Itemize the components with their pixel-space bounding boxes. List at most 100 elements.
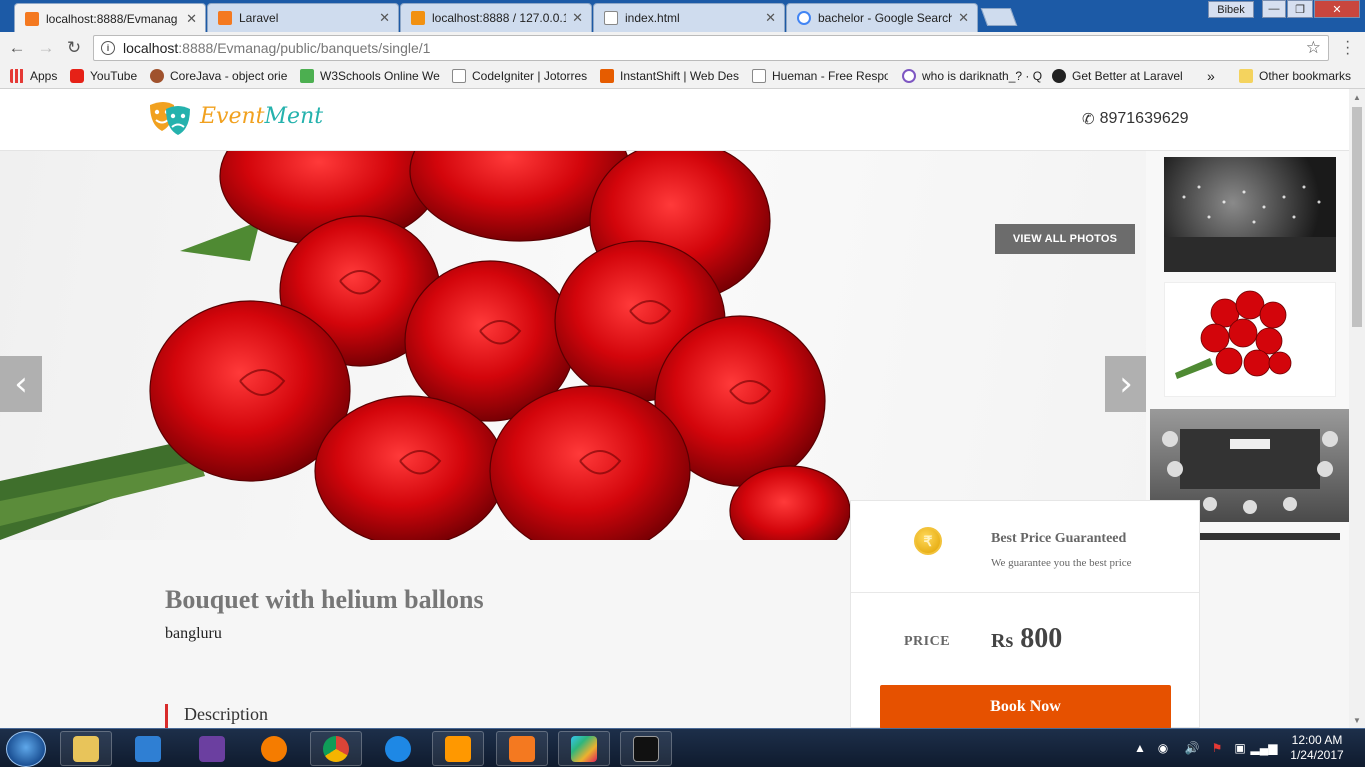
previous-slide-button[interactable]: ‹ [0,356,42,412]
chevron-right-icon: › [1119,364,1133,404]
price-label: PRICE [904,634,951,649]
tab-label: Laravel [239,11,279,25]
volume-icon[interactable]: 🔊 [1185,741,1200,755]
clock-date: 1/24/2017 [1290,748,1344,762]
listing-title: Bouquet with helium ballons [165,585,484,614]
bookmark-star-icon[interactable]: ☆ [1306,38,1321,58]
close-icon[interactable]: ✕ [572,10,583,26]
forward-button[interactable]: → [35,37,57,59]
tab-phpmyadmin[interactable]: localhost:8888 / 127.0.0.1 ✕ [400,3,592,32]
bookmark-w3schools[interactable]: W3Schools Online We [300,67,440,85]
scroll-up-icon[interactable]: ▲ [1349,89,1365,105]
taskbar-chrome[interactable] [310,731,362,766]
logo-part-two: Ment [264,104,324,129]
reload-button[interactable]: ↻ [63,37,85,59]
bookmark-corejava[interactable]: CoreJava - object orie [150,67,288,85]
action-center-icon[interactable]: ⚑ [1210,741,1224,755]
explorer-icon [73,735,99,762]
visual-studio-icon [199,735,225,762]
profile-button[interactable]: Bibek [1208,1,1254,18]
thumbnail-roses[interactable] [1164,282,1336,397]
xampp-icon [509,735,535,762]
new-tab-button[interactable] [980,8,1018,26]
taskbar-uc-browser[interactable] [248,731,300,766]
bookmark-hueman[interactable]: Hueman - Free Respo [752,67,888,85]
taskbar-sublime-text[interactable] [432,731,484,766]
other-bookmarks-folder[interactable]: Other bookmarks [1239,67,1357,85]
next-slide-button[interactable]: › [1105,356,1146,412]
bookmark-laracasts[interactable]: Get Better at Laravel [1052,67,1187,85]
best-price-subtitle: We guarantee you the best price [991,557,1132,569]
info-icon[interactable]: i [101,41,115,55]
taskbar-slack[interactable] [558,731,610,766]
windows-taskbar: ▲ ◉ 🔊 ⚑ ▣ ▂▄▆ 12:00 AM 1/24/2017 [0,728,1365,767]
theatre-masks-logo-icon[interactable] [148,99,192,137]
taskbar-cmd[interactable] [620,731,672,766]
taskbar-media-player[interactable] [122,731,174,766]
start-button[interactable] [6,731,46,767]
thumbnail-partial[interactable] [1200,533,1340,540]
bookmark-instantshift[interactable]: InstantShift | Web Des [600,67,740,85]
minimize-button[interactable]: — [1262,0,1286,18]
description-heading: Description [165,704,268,728]
uc-browser-icon [261,735,287,762]
window-close-button[interactable]: ✕ [1314,0,1360,18]
close-icon[interactable]: ✕ [958,10,969,26]
xampp-icon [25,11,39,26]
bookmark-label: CoreJava - object orie [170,69,288,83]
bookmarks-overflow-button[interactable]: » [1207,67,1221,85]
divider [851,592,1199,593]
taskbar-internet-explorer[interactable] [372,731,424,766]
taskbar-xampp[interactable] [496,731,548,766]
thumbnail-venue-night[interactable] [1164,157,1336,272]
best-price-title: Best Price Guaranteed [991,531,1127,546]
taskbar-explorer[interactable] [60,731,112,766]
chrome-icon [323,735,349,762]
rupee-coin-icon: ₹ [914,527,942,555]
laracasts-icon [1052,69,1066,83]
restore-button[interactable]: ❐ [1287,0,1313,18]
tab-evmanag[interactable]: localhost:8888/Evmanag ✕ [14,3,206,33]
signal-icon[interactable]: ▂▄▆ [1251,741,1278,755]
system-clock[interactable]: 12:00 AM 1/24/2017 [1282,733,1352,763]
url-text: localhost:8888/Evmanag/public/banquets/s… [123,40,430,56]
bookmark-youtube[interactable]: YouTube [70,67,142,85]
bookmark-label: Apps [30,69,58,83]
phone-contact[interactable]: ✆ 8971639629 [1082,110,1189,128]
currency-label: Rs [991,630,1014,652]
close-icon[interactable]: ✕ [186,11,197,27]
book-now-button[interactable]: Book Now [880,685,1171,728]
photo-thumbnails [1146,151,1349,540]
slack-icon [571,735,597,762]
tab-label: index.html [625,11,680,25]
scrollbar-thumb[interactable] [1352,107,1362,327]
back-button[interactable]: ← [6,37,28,59]
close-icon[interactable]: ✕ [379,10,390,26]
address-bar[interactable]: i localhost:8888/Evmanag/public/banquets… [93,35,1329,61]
page-scrollbar[interactable]: ▲ ▼ [1349,89,1365,728]
bookmark-codeigniter[interactable]: CodeIgniter | Jotorres [452,67,588,85]
bookmarks-bar: Apps YouTube CoreJava - object orie W3Sc… [0,63,1365,89]
bookmark-apps[interactable]: Apps [10,67,62,85]
site-logo[interactable]: EventMent [200,104,323,129]
phone-icon: ✆ [1082,111,1095,128]
site-header: EventMent ✆ 8971639629 [0,89,1349,151]
close-icon[interactable]: ✕ [765,10,776,26]
view-all-photos-button[interactable]: VIEW ALL PHOTOS [995,224,1135,254]
hero-gallery: VIEW ALL PHOTOS ‹ › [0,151,1146,540]
tab-laravel[interactable]: Laravel ✕ [207,3,399,32]
tab-index-html[interactable]: index.html ✕ [593,3,785,32]
tab-google-search[interactable]: bachelor - Google Search ✕ [786,3,978,32]
taskbar-visual-studio[interactable] [186,731,238,766]
url-host: localhost [123,40,179,56]
network-icon[interactable]: ▣ [1233,741,1247,755]
tab-label: bachelor - Google Search [818,11,953,25]
price-card: ₹ Best Price Guaranteed We guarantee you… [850,500,1200,728]
scroll-down-icon[interactable]: ▼ [1349,712,1365,728]
chrome-menu-icon[interactable]: · · · [1345,34,1350,62]
listing-location: bangluru [165,625,222,642]
screen-capture-icon[interactable]: ◉ [1156,741,1170,755]
bookmark-quora[interactable]: who is dariknath_? · Q [902,67,1042,85]
internet-explorer-icon [385,735,411,762]
show-hidden-icons-icon[interactable]: ▲ [1133,741,1147,755]
